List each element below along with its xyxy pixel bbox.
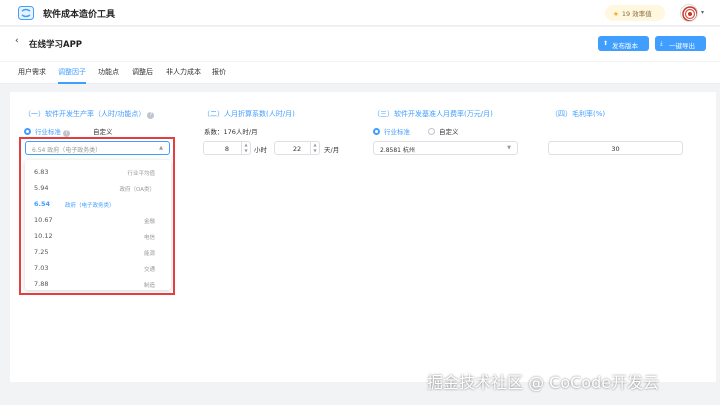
- user-menu-chevron-icon[interactable]: ▾: [701, 9, 704, 16]
- coin-icon: ★: [613, 10, 619, 18]
- hours-coefficient-text: 系数：176人时/月: [204, 128, 258, 136]
- app-logo-icon: [18, 6, 34, 20]
- radio-dot-icon: [373, 128, 380, 135]
- watermark-text: 掘金技术社区 @ CoCode开发云: [427, 373, 660, 392]
- stepper-arrows-icon[interactable]: ▲ ▼: [241, 142, 250, 154]
- rate-radio-custom[interactable]: 自定义: [428, 126, 459, 136]
- project-title: 在线学习APP: [29, 40, 83, 50]
- radio-dot-icon: [24, 128, 31, 135]
- active-tab-indicator: [58, 82, 86, 84]
- help-icon[interactable]: ?: [147, 112, 155, 119]
- tab-adjustment-factors[interactable]: 调整因子: [58, 67, 86, 77]
- productivity-radio-custom[interactable]: 自定义: [82, 126, 113, 136]
- export-button[interactable]: ⤓ 一键导出: [655, 36, 706, 51]
- days-unit-label: 天/月: [324, 146, 340, 154]
- hours-unit-label: 小时: [254, 146, 267, 154]
- productivity-radio-industry[interactable]: 行业标准?: [24, 126, 70, 137]
- rate-radio-industry[interactable]: 行业标准: [373, 126, 410, 136]
- days-per-month-input[interactable]: 22 ▲ ▼: [274, 141, 320, 155]
- efficiency-coin-badge[interactable]: ★ 19 效率值: [605, 5, 665, 21]
- tab-non-labor-cost[interactable]: 非人力成本: [166, 67, 201, 77]
- rate-section-title: （三）软件开发基准人月费率(万元/月): [373, 110, 493, 118]
- publish-version-button[interactable]: ⬆ 发布版本: [598, 36, 649, 51]
- hours-section-title: （二）人月折算系数(人时/月): [203, 110, 295, 118]
- stepper-arrows-icon[interactable]: ▲ ▼: [310, 142, 319, 154]
- back-arrow-icon[interactable]: ‹: [15, 36, 19, 46]
- tab-quotation[interactable]: 报价: [212, 67, 226, 77]
- export-icon: ⤓: [660, 40, 663, 47]
- radio-dot-icon: [82, 128, 89, 135]
- chevron-down-icon: ▼: [507, 145, 511, 151]
- highlight-annotation-box: [19, 137, 175, 295]
- coin-label: 效率值: [632, 10, 652, 18]
- app-title: 软件成本造价工具: [43, 10, 116, 20]
- tab-function-points[interactable]: 功能点: [98, 67, 119, 77]
- tab-user-requirements[interactable]: 用户需求: [18, 67, 46, 77]
- tab-adjusted[interactable]: 调整后: [132, 67, 153, 77]
- avatar[interactable]: [680, 4, 698, 22]
- publish-icon: ⬆: [603, 40, 609, 47]
- help-icon[interactable]: ?: [63, 130, 70, 137]
- margin-input[interactable]: 30: [548, 141, 683, 155]
- margin-section-title: （四）毛利率(%): [551, 110, 606, 118]
- productivity-section-title: （一）软件开发生产率（人时/功能点）?: [24, 109, 155, 119]
- hours-per-day-input[interactable]: 8 ▲ ▼: [203, 141, 251, 155]
- rate-select[interactable]: 2.8581 杭州 ▼: [373, 141, 518, 155]
- radio-dot-icon: [428, 128, 435, 135]
- coin-count: 19: [621, 10, 631, 18]
